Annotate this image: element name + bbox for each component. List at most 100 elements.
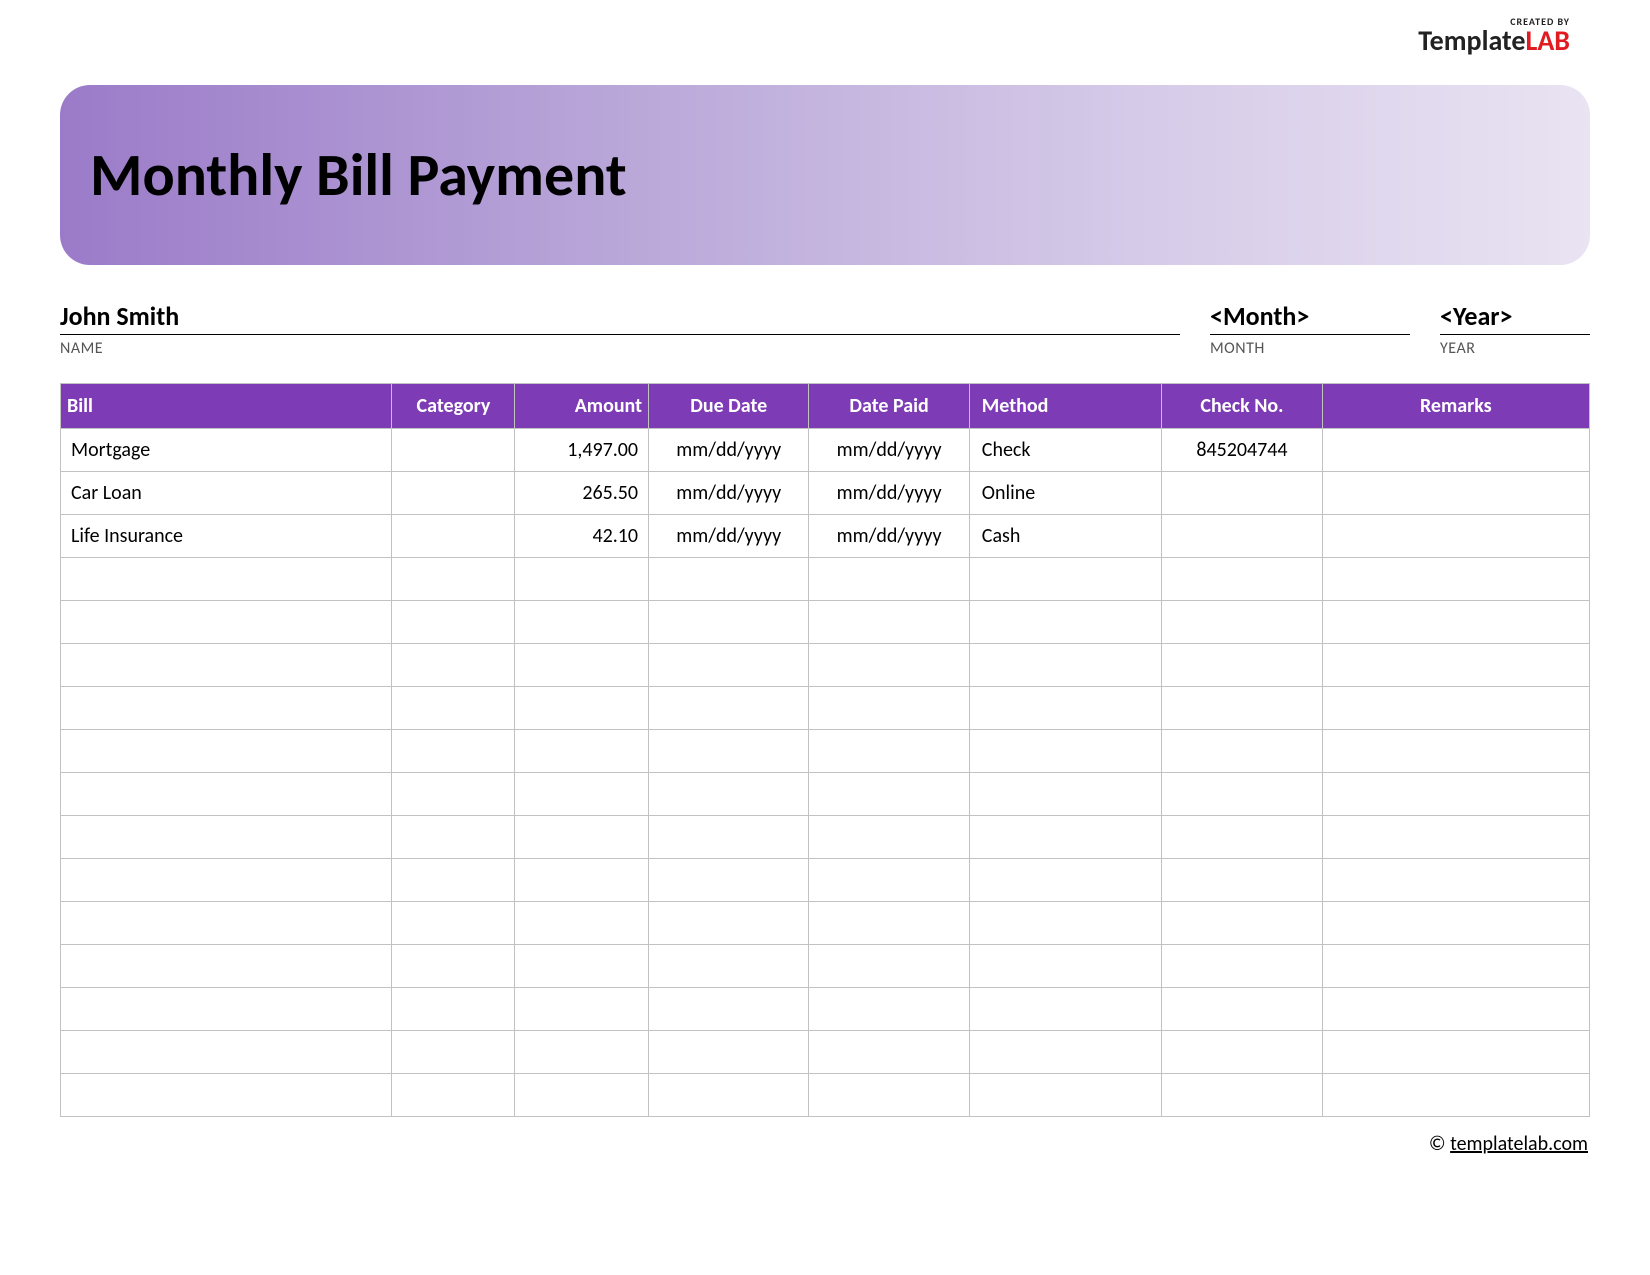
cell-date-paid[interactable] [809, 902, 969, 945]
cell-check-no[interactable] [1162, 859, 1322, 902]
cell-date-paid[interactable] [809, 1031, 969, 1074]
cell-due-date[interactable] [649, 816, 809, 859]
cell-amount[interactable] [515, 773, 649, 816]
cell-bill[interactable]: Mortgage [61, 429, 392, 472]
cell-bill[interactable] [61, 859, 392, 902]
cell-method[interactable] [969, 859, 1161, 902]
cell-due-date[interactable] [649, 687, 809, 730]
cell-bill[interactable] [61, 1074, 392, 1117]
cell-due-date[interactable] [649, 1031, 809, 1074]
cell-bill[interactable] [61, 988, 392, 1031]
cell-category[interactable] [392, 1031, 515, 1074]
cell-due-date[interactable]: mm/dd/yyyy [649, 429, 809, 472]
cell-date-paid[interactable] [809, 945, 969, 988]
cell-remarks[interactable] [1322, 730, 1589, 773]
cell-remarks[interactable] [1322, 902, 1589, 945]
cell-remarks[interactable] [1322, 1031, 1589, 1074]
cell-method[interactable] [969, 816, 1161, 859]
cell-due-date[interactable] [649, 1074, 809, 1117]
year-value[interactable]: <Year> [1440, 300, 1590, 335]
cell-check-no[interactable] [1162, 601, 1322, 644]
cell-method[interactable]: Check [969, 429, 1161, 472]
cell-remarks[interactable] [1322, 515, 1589, 558]
cell-amount[interactable]: 42.10 [515, 515, 649, 558]
cell-date-paid[interactable] [809, 644, 969, 687]
cell-bill[interactable] [61, 730, 392, 773]
cell-remarks[interactable] [1322, 601, 1589, 644]
cell-remarks[interactable] [1322, 816, 1589, 859]
cell-check-no[interactable] [1162, 1031, 1322, 1074]
cell-date-paid[interactable] [809, 687, 969, 730]
cell-category[interactable] [392, 945, 515, 988]
cell-check-no[interactable] [1162, 687, 1322, 730]
cell-date-paid[interactable] [809, 1074, 969, 1117]
cell-bill[interactable] [61, 902, 392, 945]
cell-remarks[interactable] [1322, 429, 1589, 472]
cell-method[interactable] [969, 687, 1161, 730]
cell-method[interactable] [969, 902, 1161, 945]
cell-bill[interactable] [61, 945, 392, 988]
cell-category[interactable] [392, 687, 515, 730]
cell-bill[interactable] [61, 687, 392, 730]
cell-category[interactable] [392, 1074, 515, 1117]
cell-check-no[interactable] [1162, 988, 1322, 1031]
cell-date-paid[interactable] [809, 730, 969, 773]
cell-category[interactable] [392, 429, 515, 472]
cell-check-no[interactable] [1162, 773, 1322, 816]
cell-due-date[interactable] [649, 902, 809, 945]
cell-method[interactable] [969, 988, 1161, 1031]
cell-method[interactable] [969, 1031, 1161, 1074]
cell-bill[interactable] [61, 558, 392, 601]
cell-amount[interactable] [515, 687, 649, 730]
cell-remarks[interactable] [1322, 472, 1589, 515]
cell-category[interactable] [392, 988, 515, 1031]
cell-method[interactable]: Cash [969, 515, 1161, 558]
footer-link[interactable]: templatelab.com [1450, 1132, 1588, 1156]
cell-category[interactable] [392, 730, 515, 773]
cell-check-no[interactable] [1162, 902, 1322, 945]
cell-check-no[interactable] [1162, 816, 1322, 859]
cell-bill[interactable]: Car Loan [61, 472, 392, 515]
cell-amount[interactable] [515, 859, 649, 902]
cell-amount[interactable]: 1,497.00 [515, 429, 649, 472]
cell-check-no[interactable] [1162, 1074, 1322, 1117]
cell-date-paid[interactable] [809, 988, 969, 1031]
cell-due-date[interactable] [649, 644, 809, 687]
cell-category[interactable] [392, 558, 515, 601]
cell-category[interactable] [392, 773, 515, 816]
cell-date-paid[interactable]: mm/dd/yyyy [809, 429, 969, 472]
cell-category[interactable] [392, 601, 515, 644]
cell-amount[interactable] [515, 730, 649, 773]
cell-check-no[interactable] [1162, 472, 1322, 515]
cell-method[interactable] [969, 558, 1161, 601]
cell-check-no[interactable] [1162, 558, 1322, 601]
cell-method[interactable]: Online [969, 472, 1161, 515]
cell-amount[interactable] [515, 816, 649, 859]
cell-due-date[interactable] [649, 859, 809, 902]
cell-amount[interactable] [515, 601, 649, 644]
cell-bill[interactable] [61, 601, 392, 644]
name-value[interactable]: John Smith [60, 300, 1180, 335]
cell-category[interactable] [392, 816, 515, 859]
cell-remarks[interactable] [1322, 945, 1589, 988]
cell-due-date[interactable]: mm/dd/yyyy [649, 515, 809, 558]
cell-remarks[interactable] [1322, 558, 1589, 601]
cell-remarks[interactable] [1322, 1074, 1589, 1117]
cell-due-date[interactable] [649, 558, 809, 601]
cell-due-date[interactable]: mm/dd/yyyy [649, 472, 809, 515]
cell-amount[interactable] [515, 902, 649, 945]
cell-method[interactable] [969, 773, 1161, 816]
cell-check-no[interactable] [1162, 945, 1322, 988]
cell-date-paid[interactable] [809, 816, 969, 859]
cell-remarks[interactable] [1322, 687, 1589, 730]
cell-category[interactable] [392, 859, 515, 902]
cell-category[interactable] [392, 644, 515, 687]
cell-check-no[interactable] [1162, 730, 1322, 773]
cell-amount[interactable] [515, 988, 649, 1031]
cell-remarks[interactable] [1322, 988, 1589, 1031]
cell-bill[interactable]: Life Insurance [61, 515, 392, 558]
cell-method[interactable] [969, 601, 1161, 644]
cell-remarks[interactable] [1322, 773, 1589, 816]
cell-amount[interactable] [515, 1074, 649, 1117]
cell-date-paid[interactable] [809, 773, 969, 816]
